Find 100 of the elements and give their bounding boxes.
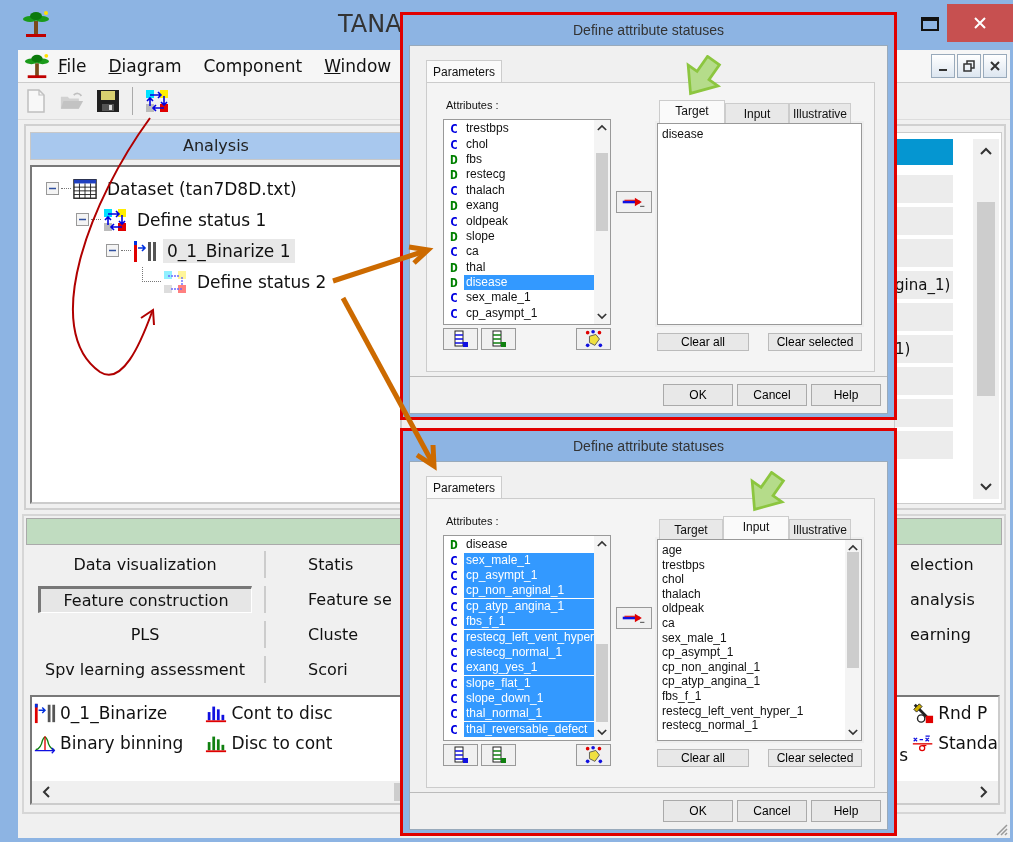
attribute-item[interactable]: thal xyxy=(464,259,594,275)
list-item[interactable]: trestbps xyxy=(662,557,841,573)
scroll-up-icon[interactable] xyxy=(848,544,858,551)
move-button[interactable] xyxy=(616,191,652,213)
resize-grip-icon[interactable] xyxy=(994,822,1008,836)
result-row[interactable] xyxy=(895,367,953,395)
close-button[interactable] xyxy=(983,54,1007,78)
scroll-up-icon[interactable] xyxy=(597,540,607,547)
scrollbar-thumb[interactable] xyxy=(977,202,995,396)
tool-item[interactable]: s xyxy=(899,745,909,765)
scroll-down-icon[interactable] xyxy=(980,483,992,491)
list-item[interactable]: thalach xyxy=(662,586,841,602)
clear-button[interactable]: Clear all xyxy=(657,749,749,767)
palm-tree-icon[interactable] xyxy=(24,53,50,79)
dialog-button[interactable]: OK xyxy=(663,800,733,822)
clear-button[interactable]: Clear all xyxy=(657,333,749,351)
scrollbar-thumb[interactable] xyxy=(596,153,608,231)
clear-button[interactable]: Clear selected xyxy=(768,333,862,351)
result-row[interactable]: 1) xyxy=(895,335,953,363)
dialog-button[interactable]: Help xyxy=(811,800,881,822)
result-row[interactable] xyxy=(895,175,953,203)
clear-button[interactable]: Clear selected xyxy=(768,749,862,767)
scrollbar-thumb[interactable] xyxy=(596,644,608,722)
attribute-item[interactable]: restecg xyxy=(464,167,594,183)
list-item[interactable]: cp_non_anginal_1 xyxy=(662,659,841,675)
collapse-icon[interactable] xyxy=(106,244,119,257)
menu-item[interactable]: File xyxy=(58,56,87,76)
attribute-item[interactable]: oldpeak xyxy=(464,213,594,229)
scrollbar-thumb[interactable] xyxy=(847,552,859,668)
attribute-item[interactable]: chol xyxy=(464,136,594,152)
attribute-item[interactable]: trestbps xyxy=(464,121,594,137)
attribute-item[interactable]: cp_asympt_1 xyxy=(464,305,594,321)
clear-button[interactable] xyxy=(576,328,611,350)
scroll-up-icon[interactable] xyxy=(597,124,607,131)
collapse-icon[interactable] xyxy=(76,213,89,226)
list-item[interactable]: restecg_normal_1 xyxy=(662,718,841,733)
list-item[interactable]: age xyxy=(662,543,841,558)
status-tab[interactable]: Target xyxy=(659,519,723,539)
attribute-item[interactable]: fbs xyxy=(464,151,594,167)
result-row[interactable] xyxy=(895,207,953,235)
list-item[interactable]: cp_asympt_1 xyxy=(662,645,841,660)
list-item[interactable]: sex_male_1 xyxy=(662,630,841,646)
tool-item[interactable]: Standa xyxy=(938,733,998,753)
category-tab[interactable]: PLS xyxy=(110,622,180,647)
tree-node[interactable]: 0_1_Binarize 1 xyxy=(163,238,295,263)
list-item[interactable]: ca xyxy=(662,615,841,631)
result-row[interactable] xyxy=(895,303,953,331)
category-tab[interactable]: Feature construction xyxy=(38,586,252,613)
dialog-button[interactable]: Cancel xyxy=(737,384,807,406)
scroll-left-icon[interactable] xyxy=(42,786,50,798)
restore-button[interactable] xyxy=(957,54,981,78)
tool-item[interactable]: Cont to disc xyxy=(231,703,333,723)
scroll-right-icon[interactable] xyxy=(980,786,988,798)
scroll-down-icon[interactable] xyxy=(597,313,607,320)
attribute-item[interactable]: slope xyxy=(464,228,594,244)
attribute-item[interactable]: thalach xyxy=(464,182,594,198)
category-tab[interactable]: Cluste xyxy=(288,622,379,647)
tool-item[interactable]: 0_1_Binarize xyxy=(60,703,168,723)
list-item[interactable]: restecg_left_vent_hyper_1 xyxy=(662,703,841,719)
attribute-item[interactable]: ca xyxy=(464,244,594,260)
result-row[interactable] xyxy=(895,239,953,267)
dialog-button[interactable]: Help xyxy=(811,384,881,406)
tool-item[interactable]: Binary binning xyxy=(60,733,184,753)
scroll-down-icon[interactable] xyxy=(848,729,858,736)
discrete-button[interactable] xyxy=(481,744,516,766)
attribute-item[interactable]: disease xyxy=(464,537,594,553)
dialog-button[interactable]: Cancel xyxy=(737,800,807,822)
tool-item[interactable]: Rnd P xyxy=(938,703,988,723)
scroll-up-icon[interactable] xyxy=(980,147,992,155)
continuous-button[interactable] xyxy=(443,744,478,766)
collapse-icon[interactable] xyxy=(46,182,59,195)
result-row[interactable]: gina_1) xyxy=(895,271,953,299)
list-item[interactable]: oldpeak xyxy=(662,601,841,616)
category-tab[interactable]: Data visualization xyxy=(53,552,237,577)
continuous-button[interactable] xyxy=(443,328,478,350)
attribute-item[interactable]: sex_male_1 xyxy=(464,290,594,306)
tool-item[interactable]: Disc to cont xyxy=(231,733,333,753)
menu-item[interactable]: Component xyxy=(203,56,303,76)
dialog-button[interactable]: OK xyxy=(663,384,733,406)
status-tab[interactable]: Illustrative xyxy=(789,103,851,123)
parameters-tab[interactable]: Parameters xyxy=(426,476,503,498)
scroll-down-icon[interactable] xyxy=(597,729,607,736)
maximize-icon[interactable] xyxy=(920,16,940,32)
list-item[interactable]: fbs_f_1 xyxy=(662,688,841,704)
tree-node[interactable]: Define status 1 xyxy=(133,207,271,232)
status-tab[interactable]: Input xyxy=(725,103,789,123)
category-tab[interactable]: Spv learning assessment xyxy=(24,657,266,682)
parameters-tab[interactable]: Parameters xyxy=(426,60,503,82)
scrollbar[interactable] xyxy=(973,139,999,499)
list-item[interactable]: cp_atyp_angina_1 xyxy=(662,674,841,689)
minimize-button[interactable] xyxy=(931,54,955,78)
menu-item[interactable]: Diagram xyxy=(108,56,182,76)
status-grid-icon[interactable] xyxy=(145,89,169,113)
discrete-button[interactable] xyxy=(481,328,516,350)
tree-node[interactable]: Dataset (tan7D8D.txt) xyxy=(103,176,301,201)
category-tab[interactable]: Statis xyxy=(288,552,374,577)
category-tab[interactable]: Scori xyxy=(288,657,368,682)
result-row[interactable] xyxy=(895,399,953,427)
menu-item[interactable]: Window xyxy=(324,56,392,76)
clear-button[interactable] xyxy=(576,744,611,766)
